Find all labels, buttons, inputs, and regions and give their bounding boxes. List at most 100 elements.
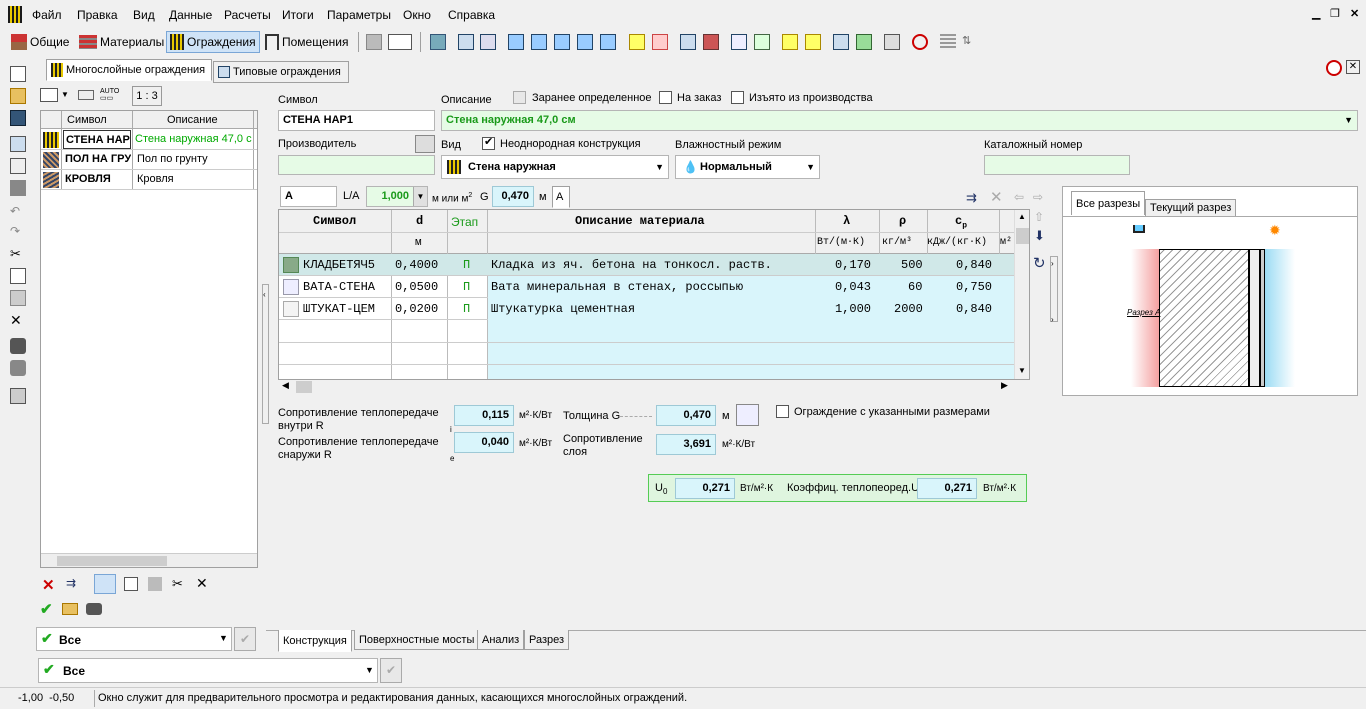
new-file-icon[interactable] [10, 66, 26, 82]
cell-cp[interactable]: 0,840 [956, 302, 992, 316]
layer-resistance-value[interactable]: 3,691 [656, 434, 716, 455]
cell-rho[interactable]: 2000 [894, 302, 923, 316]
cell-desc[interactable]: Вата минеральная в стенах, россыпью [491, 280, 743, 294]
tab-typical[interactable]: Типовые ограждения [213, 61, 349, 83]
minimize-icon[interactable]: ▁ [1312, 7, 1320, 20]
catalog-input[interactable] [984, 155, 1130, 175]
open-folder-icon[interactable] [10, 88, 26, 104]
menu-edit[interactable]: Правка [77, 8, 118, 22]
table-icon[interactable] [680, 34, 696, 50]
view-select[interactable]: Стена наружная ▼ [441, 155, 669, 179]
print-icon[interactable] [10, 180, 26, 196]
list-scrollbar[interactable] [41, 553, 257, 567]
copy-icon[interactable] [10, 268, 26, 284]
chevron-down-icon[interactable]: ▼ [61, 90, 69, 99]
cell-d[interactable]: 0,4000 [395, 258, 438, 272]
arrow-down-icon[interactable]: ⬇ [1034, 228, 1045, 244]
apply-filter-1-button[interactable]: ✔ [234, 627, 256, 651]
cell-lambda[interactable]: 0,043 [835, 280, 871, 294]
col-desc-header[interactable]: Описание [167, 114, 218, 126]
cut-icon[interactable]: ✂ [10, 246, 26, 262]
yellow-2-icon[interactable] [782, 34, 798, 50]
delete-icon[interactable]: ✕ [10, 312, 26, 328]
cell-d[interactable]: 0,0500 [395, 280, 438, 294]
on-order-checkbox[interactable] [659, 91, 672, 104]
chevron-down-icon[interactable]: ▼ [413, 187, 427, 206]
table-row[interactable]: КЛАДБЕТЯЧ5 0,4000 П Кладка из яч. бетона… [279, 254, 1014, 276]
add-row-icon[interactable] [94, 574, 116, 594]
row-symbol[interactable]: СТЕНА НАР1 [63, 130, 131, 149]
roof-icon[interactable] [703, 34, 719, 50]
list-icon[interactable] [940, 34, 956, 50]
splitter-handle[interactable]: ‹ [262, 284, 269, 424]
yellow-3-icon[interactable] [805, 34, 821, 50]
close-icon[interactable]: ✕ [1350, 7, 1359, 20]
thickness-value[interactable]: 0,470 [656, 405, 716, 426]
manufacturer-input[interactable] [278, 155, 435, 175]
rooms-button[interactable]: Помещения [262, 31, 351, 53]
copy-icon[interactable] [124, 577, 138, 591]
menu-help[interactable]: Справка [448, 8, 495, 22]
screen-icon[interactable] [833, 34, 849, 50]
find-replace-icon[interactable] [10, 360, 26, 376]
menu-file[interactable]: Файл [32, 8, 62, 22]
col-stage-header[interactable]: Этап [451, 215, 478, 229]
cell-symbol[interactable]: КЛАДБЕТЯЧ5 [303, 258, 375, 272]
menu-window[interactable]: Окно [403, 8, 431, 22]
cell-stage[interactable]: П [463, 280, 470, 294]
row-desc[interactable]: Пол по грунту [137, 153, 208, 165]
auto-icon[interactable]: AUTO ▭▭ [100, 88, 119, 102]
col-d-header[interactable]: d [416, 214, 423, 228]
print-setup-icon[interactable] [10, 136, 26, 152]
row-symbol[interactable]: КРОВЛЯ [65, 173, 131, 185]
cell-desc[interactable]: Кладка из яч. бетона на тонкосл. раств. [491, 258, 772, 272]
col-cp-header[interactable]: cp [955, 214, 967, 230]
panel-close-icon[interactable]: ✕ [1346, 60, 1360, 74]
layout-icon[interactable] [366, 34, 382, 50]
arrow-right-icon[interactable]: ⇨ [1033, 190, 1043, 204]
col-rho-header[interactable]: ρ [899, 214, 906, 228]
view-4-icon[interactable] [577, 34, 593, 50]
table-vscroll[interactable]: ▲ ▼ [1014, 210, 1029, 379]
row-desc[interactable]: Кровля [137, 173, 174, 185]
tab-all-sections[interactable]: Все разрезы [1071, 191, 1146, 215]
chart-icon[interactable] [856, 34, 872, 50]
col-symbol-header[interactable]: Символ [313, 214, 356, 228]
row-desc[interactable]: Стена наружная 47,0 с [135, 133, 253, 145]
restore-icon[interactable]: ❐ [1330, 7, 1340, 20]
calculator-icon[interactable] [10, 388, 26, 404]
insert-layer-icon[interactable]: ⇉ [966, 190, 977, 206]
cut-icon[interactable]: ✂ [172, 576, 183, 592]
splitter-handle-right[interactable]: › › [1050, 256, 1058, 324]
undo-icon[interactable]: ↶ [10, 204, 26, 220]
menu-params[interactable]: Параметры [327, 8, 391, 22]
cell-stage[interactable]: П [463, 302, 470, 316]
materials-button[interactable]: Материалы [76, 31, 167, 53]
check-tool-icon[interactable] [884, 34, 900, 50]
cell-cp[interactable]: 0,750 [956, 280, 992, 294]
cell-rho[interactable]: 60 [908, 280, 922, 294]
scroll-up-icon[interactable]: ▲ [1018, 212, 1026, 221]
insert-layer-icon[interactable]: ⇉ [66, 576, 82, 592]
cell-desc[interactable]: Штукатурка цементная [491, 302, 635, 316]
tab-construction[interactable]: Конструкция [278, 630, 352, 652]
view-5-icon[interactable] [600, 34, 616, 50]
menu-results[interactable]: Итоги [282, 8, 314, 22]
columns-select-icon[interactable] [40, 88, 58, 102]
check-icon[interactable]: ✔ [40, 600, 53, 618]
zoom-dropdown-icon[interactable] [388, 34, 412, 50]
stop-red-icon[interactable] [1326, 60, 1342, 76]
nonhomog-checkbox[interactable] [482, 135, 495, 150]
graph-icon[interactable] [736, 404, 759, 426]
cell-symbol[interactable]: ШТУКАТ-ЦЕМ [303, 302, 375, 316]
red-frame-icon[interactable] [652, 34, 668, 50]
general-button[interactable]: Общие [8, 31, 72, 53]
ri-value[interactable]: 0,115 [454, 405, 514, 426]
scroll-right-icon[interactable]: ▶ [1001, 380, 1008, 391]
menu-view[interactable]: Вид [133, 8, 155, 22]
plan-icon[interactable] [430, 34, 446, 50]
section-a-input[interactable]: А [280, 186, 337, 207]
table-row[interactable]: ШТУКАТ-ЦЕМ 0,0200 П Штукатурка цементная… [279, 298, 1014, 320]
arrow-left-icon[interactable]: ⇦ [1014, 190, 1024, 204]
cell-lambda[interactable]: 1,000 [835, 302, 871, 316]
